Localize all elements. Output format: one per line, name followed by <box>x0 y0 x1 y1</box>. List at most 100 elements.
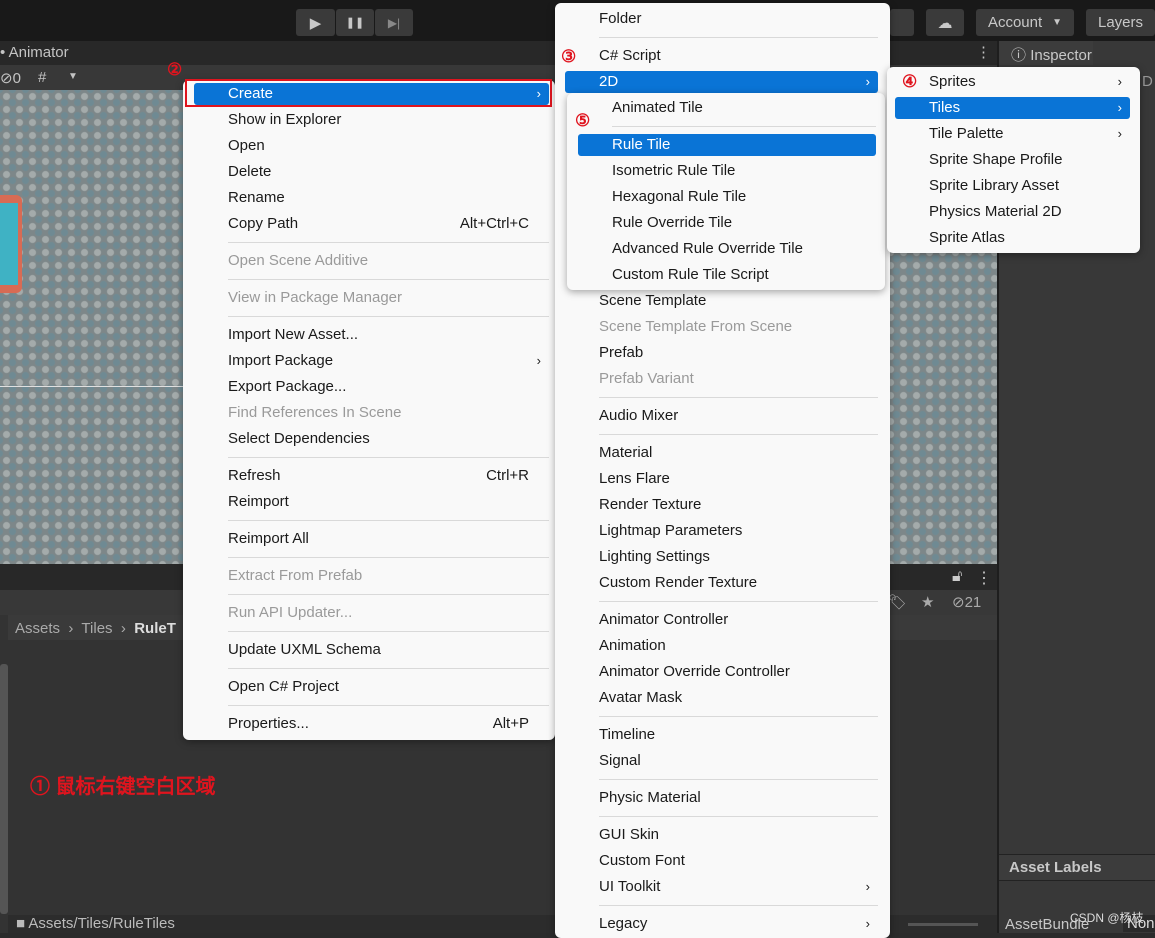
menu-item-label: Reimport <box>228 493 289 510</box>
menu-item-reimport-all[interactable]: Reimport All <box>194 528 549 550</box>
menu-item-prefab[interactable]: Prefab <box>565 342 878 364</box>
menu-item-rule-tile[interactable]: Rule Tile <box>578 134 876 156</box>
chevron-down-icon[interactable]: ▼ <box>68 71 78 82</box>
menu-item-open-c-project[interactable]: Open C# Project <box>194 676 549 698</box>
menu-item-custom-render-texture[interactable]: Custom Render Texture <box>565 572 878 594</box>
menu-item-select-dependencies[interactable]: Select Dependencies <box>194 428 549 450</box>
menu-item-legacy[interactable]: Legacy › <box>565 913 878 935</box>
menu-item-import-package[interactable]: Import Package › <box>194 350 549 372</box>
hidden-toggle[interactable]: ⊘21 <box>952 593 981 611</box>
sprite-object[interactable] <box>0 195 22 293</box>
watermark: CSDN @杨枝 <box>1070 911 1144 925</box>
label-filter-icon[interactable]: 🏷︎ <box>888 593 907 611</box>
step-button[interactable]: ▶| <box>375 9 413 36</box>
collab-button[interactable] <box>890 9 914 36</box>
menu-item-animated-tile[interactable]: Animated Tile <box>578 97 876 119</box>
menu-item-label: Sprite Atlas <box>929 229 1005 246</box>
tab-inspector[interactable]: ⓘ Inspector <box>999 41 1093 65</box>
menu-item-lens-flare[interactable]: Lens Flare <box>565 468 878 490</box>
star-icon[interactable]: ★ <box>921 593 934 611</box>
menu-separator <box>228 457 549 458</box>
menu-item-refresh[interactable]: Refresh Ctrl+R <box>194 465 549 487</box>
pause-button[interactable]: ❚❚ <box>336 9 374 36</box>
info-icon: ⓘ <box>1011 47 1027 64</box>
menu-item-lighting-settings[interactable]: Lighting Settings <box>565 546 878 568</box>
chevron-down-icon: ▼ <box>1052 17 1063 28</box>
chevron-right-icon: › <box>1117 100 1122 115</box>
menu-item-show-in-explorer[interactable]: Show in Explorer <box>194 109 549 131</box>
menu-item-avatar-mask[interactable]: Avatar Mask <box>565 687 878 709</box>
lock-icon[interactable]: 🔓︎ <box>952 568 962 586</box>
menu-item-label: View in Package Manager <box>228 289 402 306</box>
menu-item-lightmap-parameters[interactable]: Lightmap Parameters <box>565 520 878 542</box>
layers-dropdown[interactable]: Layers <box>1086 9 1155 36</box>
menu-item-label: Import Package <box>228 352 334 369</box>
play-button[interactable]: ▶ <box>296 9 335 36</box>
hidden-toggle[interactable]: ⊘0 <box>0 69 21 87</box>
menu-item-render-texture[interactable]: Render Texture <box>565 494 878 516</box>
menu-item-copy-path[interactable]: Copy Path Alt+Ctrl+C <box>194 213 549 235</box>
menu-item-custom-font[interactable]: Custom Font <box>565 850 878 872</box>
menu-item-hexagonal-rule-tile[interactable]: Hexagonal Rule Tile <box>578 186 876 208</box>
account-label: Account <box>987 14 1043 31</box>
menu-item-signal[interactable]: Signal <box>565 750 878 772</box>
menu-item-scene-template[interactable]: Scene Template <box>565 290 878 312</box>
menu-item-sprite-atlas[interactable]: Sprite Atlas <box>895 227 1130 249</box>
menu-item-label: Legacy <box>599 915 648 932</box>
menu-item-physics-material-2d[interactable]: Physics Material 2D <box>895 201 1130 223</box>
tab-animator-label: Animator <box>8 44 69 61</box>
tab-animator[interactable]: • Animator <box>0 44 69 61</box>
menu-item-gui-skin[interactable]: GUI Skin <box>565 824 878 846</box>
menu-item-physic-material[interactable]: Physic Material <box>565 787 878 809</box>
play-icon: ▶ <box>309 14 322 32</box>
menu-item-export-package[interactable]: Export Package... <box>194 376 549 398</box>
layers-label: Layers <box>1097 14 1144 31</box>
menu-item-rename[interactable]: Rename <box>194 187 549 209</box>
asset-labels-title: Asset Labels <box>1009 859 1102 876</box>
breadcrumb-item[interactable]: Assets <box>15 620 60 637</box>
menu-item-2d[interactable]: 2D › <box>565 71 878 93</box>
folder-scrollbar[interactable] <box>0 664 8 914</box>
menu-item-sprites[interactable]: Sprites › <box>895 71 1130 93</box>
menu-item-label: Animated Tile <box>612 99 703 116</box>
asset-labels-header[interactable]: Asset Labels <box>999 854 1155 881</box>
menu-item-material[interactable]: Material <box>565 442 878 464</box>
chevron-right-icon: › <box>865 916 870 931</box>
menu-item-animation[interactable]: Animation <box>565 635 878 657</box>
menu-item-isometric-rule-tile[interactable]: Isometric Rule Tile <box>578 160 876 182</box>
menu-item-folder[interactable]: Folder <box>565 8 878 30</box>
menu-item-custom-rule-tile-script[interactable]: Custom Rule Tile Script <box>578 264 876 286</box>
menu-item-label: GUI Skin <box>599 826 660 843</box>
menu-item-properties[interactable]: Properties... Alt+P <box>194 713 549 735</box>
grid-snap-icon[interactable]: # <box>38 69 46 86</box>
highlight-box <box>185 79 552 107</box>
menu-item-open[interactable]: Open <box>194 135 549 157</box>
menu-item-audio-mixer[interactable]: Audio Mixer <box>565 405 878 427</box>
menu-item-reimport[interactable]: Reimport <box>194 491 549 513</box>
menu-item-rule-override-tile[interactable]: Rule Override Tile <box>578 212 876 234</box>
menu-item-tile-palette[interactable]: Tile Palette › <box>895 123 1130 145</box>
menu-item-timeline[interactable]: Timeline <box>565 724 878 746</box>
breadcrumb-item[interactable]: Tiles <box>81 620 112 637</box>
account-dropdown[interactable]: Account ▼ <box>976 9 1074 36</box>
breadcrumb-item[interactable]: RuleT <box>134 620 176 637</box>
menu-item-import-new-asset[interactable]: Import New Asset... <box>194 324 549 346</box>
menu-separator <box>228 279 549 280</box>
context-menu: Create › Show in Explorer Open Delete Rename C… <box>183 80 555 740</box>
menu-item-delete[interactable]: Delete <box>194 161 549 183</box>
menu-item-animator-override-controller[interactable]: Animator Override Controller <box>565 661 878 683</box>
menu-item-sprite-library-asset[interactable]: Sprite Library Asset <box>895 175 1130 197</box>
menu-item-sprite-shape-profile[interactable]: Sprite Shape Profile <box>895 149 1130 171</box>
cloud-button[interactable]: ☁ <box>926 9 964 36</box>
menu-item-label: Open Scene Additive <box>228 252 369 269</box>
menu-item-ui-toolkit[interactable]: UI Toolkit › <box>565 876 878 898</box>
more-menu-icon[interactable]: ⋮ <box>976 43 991 61</box>
menu-item-label: Lighting Settings <box>599 548 710 565</box>
menu-item-update-uxml-schema[interactable]: Update UXML Schema <box>194 639 549 661</box>
menu-item-c-script[interactable]: C# Script <box>565 45 878 67</box>
menu-item-advanced-rule-override-tile[interactable]: Advanced Rule Override Tile <box>578 238 876 260</box>
more-menu-icon[interactable]: ⋮ <box>976 568 992 588</box>
zoom-slider[interactable] <box>908 923 978 926</box>
menu-item-tiles[interactable]: Tiles › <box>895 97 1130 119</box>
menu-item-animator-controller[interactable]: Animator Controller <box>565 609 878 631</box>
